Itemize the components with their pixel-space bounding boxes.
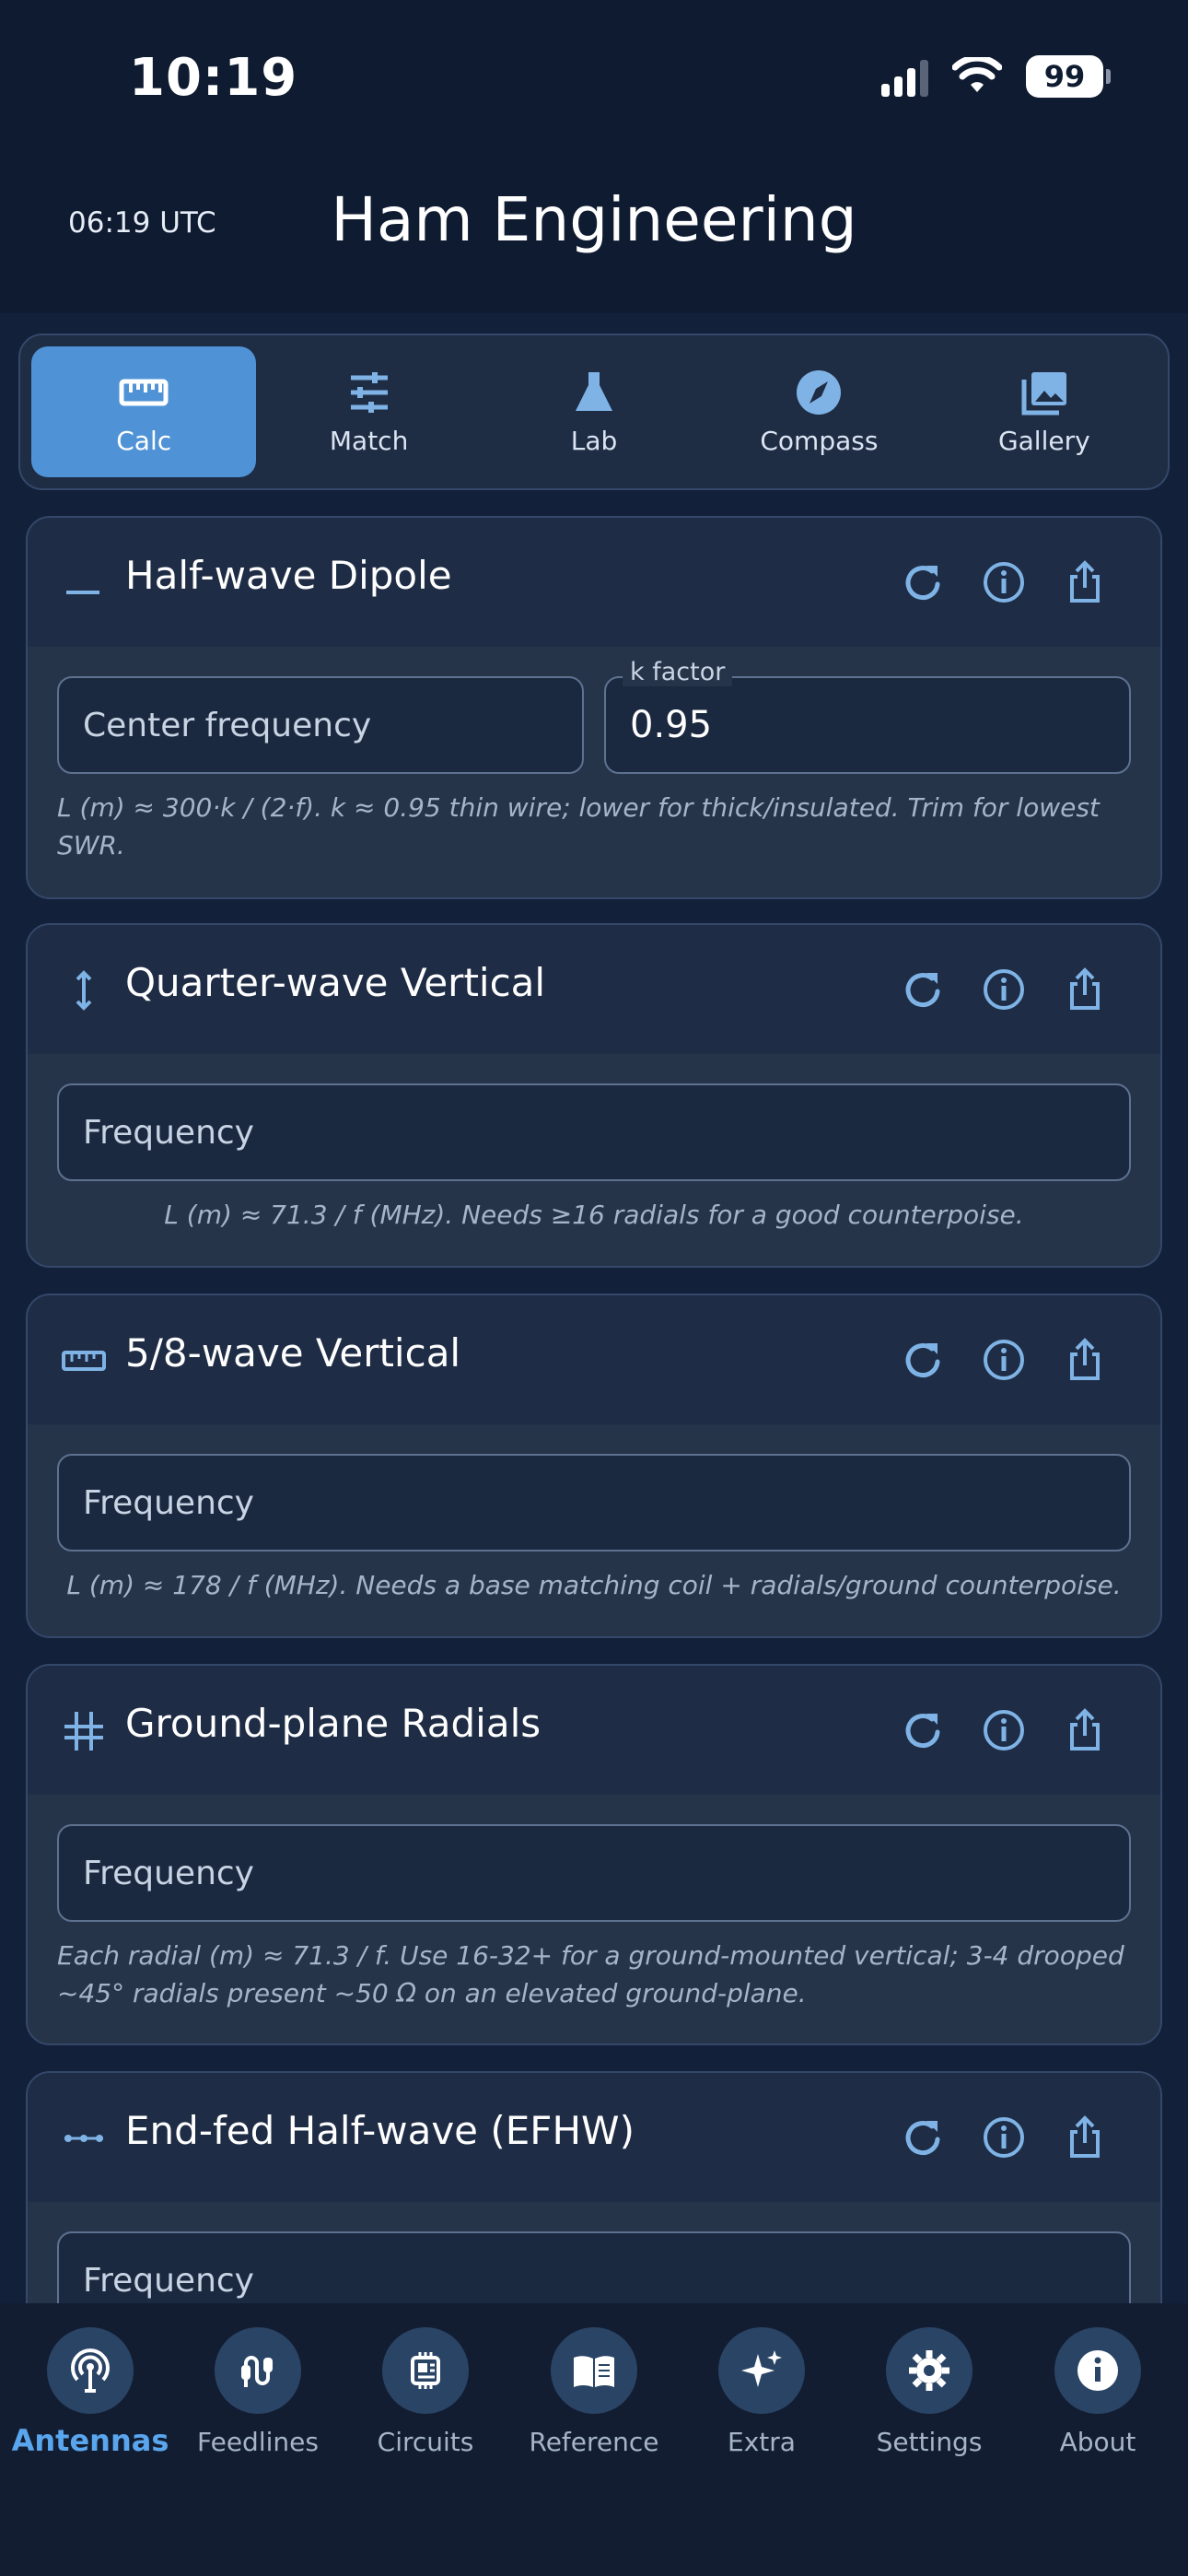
nav-feedlines[interactable]: Feedlines <box>180 2327 336 2457</box>
card-half-wave-dipole: Half-wave Dipole Center frequency k fact… <box>26 516 1162 899</box>
formula-note: Each radial (m) ≈ 71.3 / f. Use 16-32+ f… <box>57 1940 1124 2008</box>
cable-icon <box>241 2356 273 2387</box>
book-icon <box>574 2356 614 2387</box>
card-title: 5/8-wave Vertical <box>125 1330 461 1376</box>
refresh-icon[interactable] <box>901 1708 945 1752</box>
nav-antennas[interactable]: Antennas <box>12 2327 169 2458</box>
card-ground-plane-radials: Ground-plane Radials Frequency Each radi… <box>26 1664 1162 2045</box>
battery-icon: 99 <box>1026 55 1111 98</box>
refresh-icon[interactable] <box>901 1338 945 1382</box>
segment-label: Compass <box>760 425 879 456</box>
info-icon[interactable] <box>982 1338 1026 1382</box>
frequency-input[interactable]: Frequency <box>57 1824 1131 1922</box>
k-factor-label: k factor <box>623 658 733 686</box>
status-time: 10:19 <box>129 48 298 108</box>
nav-label: About <box>1059 2427 1136 2457</box>
refresh-icon[interactable] <box>901 560 945 604</box>
frequency-input[interactable]: Frequency <box>57 1454 1131 1551</box>
segment-gallery[interactable]: Gallery <box>932 346 1157 477</box>
share-icon[interactable] <box>1063 967 1107 1012</box>
card-header: End-fed Half-wave (EFHW) <box>28 2073 1160 2202</box>
bottom-nav: Antennas Feedlines Circuits Reference Ex… <box>0 2303 1188 2576</box>
formula-note: L (m) ≈ 300·k / (2·f). k ≈ 0.95 thin wir… <box>57 792 1100 861</box>
end-fed-icon <box>64 2135 103 2142</box>
nav-label: Circuits <box>377 2427 474 2457</box>
card-quarter-wave-vertical: Quarter-wave Vertical Frequency L (m) ≈ … <box>26 923 1162 1268</box>
nav-circuits[interactable]: Circuits <box>347 2327 504 2457</box>
nav-label: Settings <box>876 2427 983 2457</box>
segment-lab[interactable]: Lab <box>482 346 706 477</box>
share-icon[interactable] <box>1063 2115 1107 2160</box>
card-header: Quarter-wave Vertical <box>28 925 1160 1054</box>
sparkles-icon <box>741 2350 782 2387</box>
segment-label: Calc <box>116 425 172 456</box>
card-header: Half-wave Dipole <box>28 518 1160 647</box>
antenna-icon <box>71 2348 110 2393</box>
segment-label: Lab <box>570 425 618 456</box>
info-icon[interactable] <box>982 967 1026 1012</box>
card-title: Half-wave Dipole <box>125 553 452 598</box>
nav-label: Reference <box>529 2427 659 2457</box>
vertical-arrows-icon <box>76 970 92 1011</box>
nav-label: Feedlines <box>197 2427 319 2457</box>
grid-icon <box>64 1712 103 1751</box>
ruler-icon <box>62 1351 106 1371</box>
card-five-eighths-wave-vertical: 5/8-wave Vertical Frequency L (m) ≈ 178 … <box>26 1294 1162 1638</box>
segment-calc[interactable]: Calc <box>31 346 257 477</box>
formula-note: L (m) ≈ 71.3 / f (MHz). Needs ≥16 radial… <box>164 1200 1024 1230</box>
info-icon[interactable] <box>982 1708 1026 1752</box>
tool-segment-bar: Calc Match Lab Compass Gallery <box>18 334 1170 490</box>
center-frequency-input[interactable]: Center frequency <box>57 676 584 774</box>
nav-label: Extra <box>728 2427 796 2457</box>
gear-icon <box>909 2350 949 2391</box>
status-bar: 10:19 99 <box>0 0 1188 157</box>
cellular-signal-icon <box>881 56 928 97</box>
segment-compass[interactable]: Compass <box>706 346 931 477</box>
share-icon[interactable] <box>1063 1338 1107 1382</box>
info-icon[interactable] <box>982 2115 1026 2160</box>
card-header: 5/8-wave Vertical <box>28 1295 1160 1424</box>
status-indicators: 99 <box>881 55 1111 98</box>
k-factor-input[interactable]: k factor 0.95 <box>604 658 1131 774</box>
segment-label: Gallery <box>997 425 1090 456</box>
ruler-icon <box>119 379 169 405</box>
nav-about[interactable]: About <box>1019 2327 1176 2457</box>
app-header: 06:19 UTC Ham Engineering <box>0 157 1188 313</box>
card-header: Ground-plane Radials <box>28 1666 1160 1795</box>
card-title: Ground-plane Radials <box>125 1701 542 1746</box>
dipole-icon <box>66 591 99 594</box>
info-icon[interactable] <box>982 560 1026 604</box>
refresh-icon[interactable] <box>901 967 945 1012</box>
segment-label: Match <box>329 425 409 456</box>
nav-extra[interactable]: Extra <box>683 2327 840 2457</box>
segment-match[interactable]: Match <box>256 346 481 477</box>
card-title: End-fed Half-wave (EFHW) <box>125 2108 635 2153</box>
flask-icon <box>576 371 613 411</box>
card-title: Quarter-wave Vertical <box>125 960 546 1005</box>
formula-note: L (m) ≈ 178 / f (MHz). Needs a base matc… <box>66 1570 1122 1600</box>
gallery-icon <box>1021 371 1066 415</box>
share-icon[interactable] <box>1063 1708 1107 1752</box>
wifi-icon <box>952 57 1002 92</box>
nav-reference[interactable]: Reference <box>516 2327 672 2457</box>
refresh-icon[interactable] <box>901 2115 945 2160</box>
sliders-icon <box>350 371 388 413</box>
share-icon[interactable] <box>1063 560 1107 604</box>
k-factor-value: 0.95 <box>630 704 713 746</box>
page-title: Ham Engineering <box>331 184 857 255</box>
circuit-icon <box>411 2352 440 2389</box>
nav-settings[interactable]: Settings <box>851 2327 1007 2457</box>
info-icon <box>1077 2350 1118 2391</box>
nav-label: Antennas <box>11 2423 169 2458</box>
compass-icon <box>797 369 842 415</box>
frequency-input[interactable]: Frequency <box>57 1083 1131 1181</box>
